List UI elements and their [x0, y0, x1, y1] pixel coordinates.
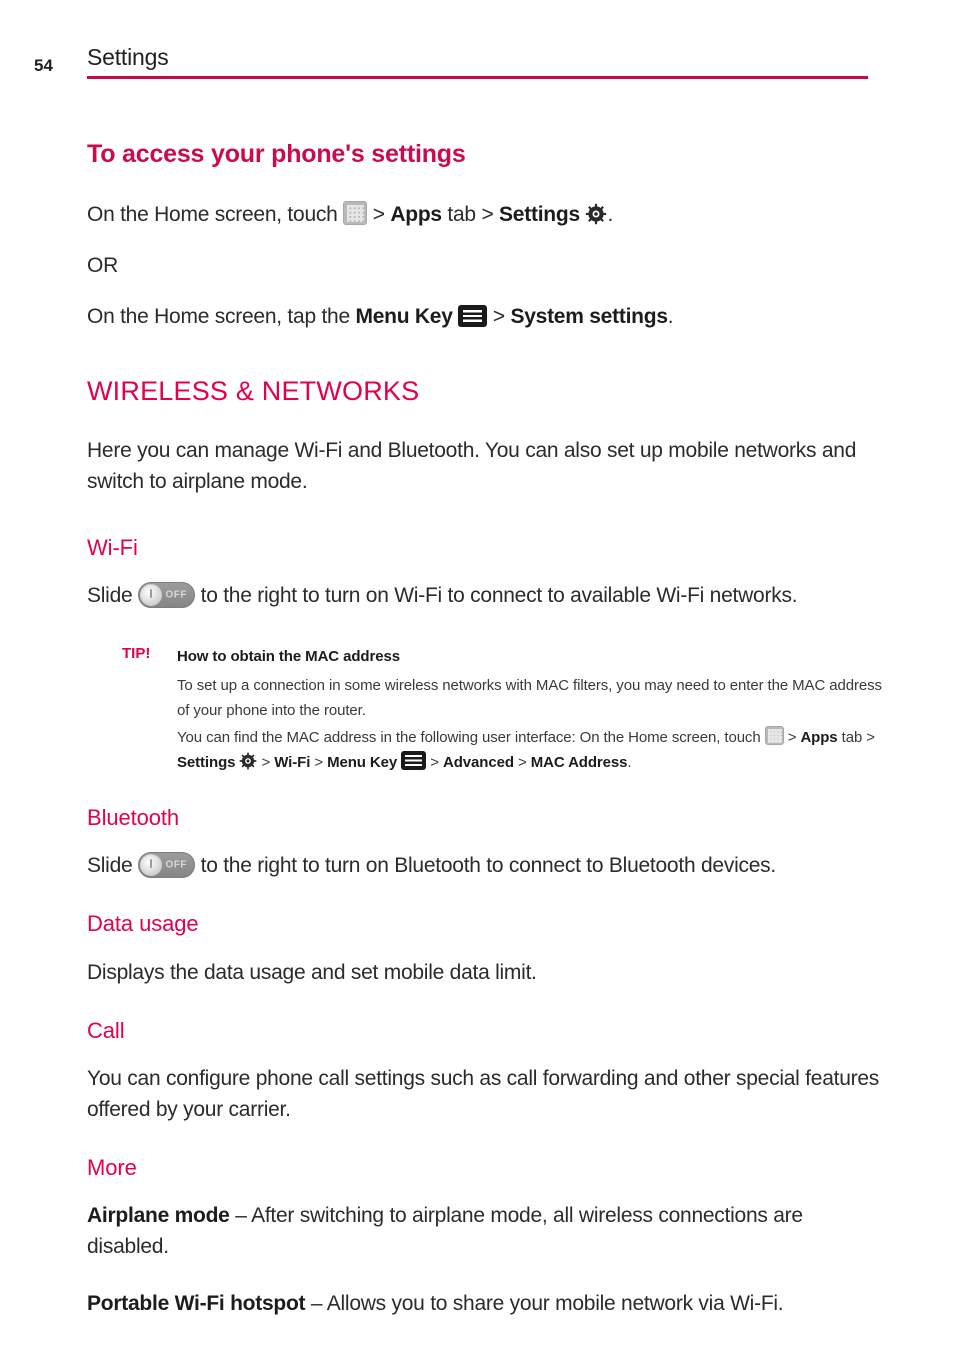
heading-data-usage: Data usage — [87, 911, 199, 937]
apps-grid-icon — [764, 726, 784, 746]
page-content: To access your phone's settings On the H… — [87, 140, 887, 1319]
tip-p2-mac-address: MAC Address — [530, 754, 628, 772]
tip-label: TIP! — [122, 645, 151, 663]
toggle-knob — [140, 854, 163, 877]
tip-callout: TIP! How to obtain the MAC address To se… — [87, 645, 887, 775]
wifi-text-a: Slide — [87, 584, 139, 608]
toggle-off-label: OFF — [165, 589, 188, 601]
access-line1-sep1: > — [367, 202, 391, 226]
access-line2-sep: > — [487, 304, 511, 328]
paragraph-data-usage: Displays the data usage and set mobile d… — [87, 960, 537, 984]
access-line2-period: . — [667, 304, 674, 328]
tip-p2-advanced: Advanced — [443, 754, 514, 772]
tip-header-row: TIP! How to obtain the MAC address — [122, 645, 887, 671]
tip-p2-sep2: > — [257, 754, 275, 772]
tip-p2-sep3: > — [310, 754, 328, 772]
bluetooth-text-a: Slide — [87, 854, 139, 878]
term-airplane-mode: Airplane mode — [87, 1204, 230, 1228]
tip-p2-menukey: Menu Key — [327, 754, 398, 772]
access-line2-menukey: Menu Key — [355, 304, 453, 328]
paragraph-wifi: Slide OFF to the right to turn on Wi-Fi … — [87, 580, 887, 611]
bluetooth-text-b: to the right to turn on Bluetooth to con… — [195, 854, 777, 878]
tip-p2-apps: Apps — [800, 729, 838, 747]
page-title: Settings — [87, 44, 169, 70]
heading-more: More — [87, 1154, 137, 1180]
heading-access-settings: To access your phone's settings — [87, 140, 466, 168]
toggle-switch-off-icon: OFF — [138, 582, 196, 609]
tip-p2-sep5: > — [513, 754, 531, 772]
access-line1-period: . — [607, 202, 614, 226]
tip-p2-sep4: > — [426, 754, 444, 772]
access-line2-system-settings: System settings — [510, 304, 668, 328]
access-line1-text-a: On the Home screen, touch — [87, 202, 344, 226]
tip-p2-text-c: tab > — [837, 729, 875, 747]
wifi-text-b: to the right to turn on Wi-Fi to connect… — [195, 584, 798, 608]
gear-icon — [585, 203, 607, 225]
paragraph-portable-hotspot: Portable Wi-Fi hotspot – Allows you to s… — [87, 1288, 887, 1319]
toggle-knob — [140, 584, 163, 607]
access-line1-settings: Settings — [499, 202, 580, 226]
apps-grid-icon — [343, 200, 368, 225]
access-line1-apps: Apps — [390, 202, 442, 226]
access-line1-text-c: tab > — [441, 202, 500, 226]
access-line2-text-a: On the Home screen, tap the — [87, 304, 356, 328]
desc-portable-hotspot: – Allows you to share your mobile networ… — [305, 1292, 784, 1316]
header-divider — [87, 76, 868, 79]
paragraph-access-line2: On the Home screen, tap the Menu Key > S… — [87, 301, 887, 332]
tip-p2-sep1: > — [783, 729, 801, 747]
heading-wireless-networks: WIRELESS & NETWORKS — [87, 375, 420, 406]
page-header: 54 Settings — [0, 44, 954, 90]
paragraph-or: OR — [87, 253, 118, 277]
heading-wifi: Wi-Fi — [87, 534, 138, 560]
paragraph-airplane-mode: Airplane mode – After switching to airpl… — [87, 1200, 887, 1262]
tip-p2-wifi: Wi-Fi — [274, 754, 311, 772]
page-number: 54 — [34, 56, 53, 75]
heading-bluetooth: Bluetooth — [87, 805, 180, 831]
tip-paragraph-2: You can find the MAC address in the foll… — [177, 725, 887, 775]
heading-call: Call — [87, 1017, 125, 1043]
gear-icon — [239, 752, 257, 770]
paragraph-access-line1: On the Home screen, touch > Apps tab > S… — [87, 199, 887, 230]
paragraph-call: You can configure phone call settings su… — [87, 1066, 880, 1121]
hamburger-menu-icon — [458, 304, 488, 327]
term-portable-hotspot: Portable Wi-Fi hotspot — [87, 1292, 306, 1316]
tip-paragraph-1: To set up a connection in some wireless … — [177, 677, 882, 720]
tip-title: How to obtain the MAC address — [177, 648, 400, 666]
toggle-switch-off-icon: OFF — [138, 852, 196, 879]
tip-p2-text-a: You can find the MAC address in the foll… — [177, 729, 765, 747]
paragraph-wireless-intro: Here you can manage Wi-Fi and Bluetooth.… — [87, 438, 857, 493]
paragraph-bluetooth: Slide OFF to the right to turn on Blueto… — [87, 850, 887, 881]
tip-p2-settings: Settings — [177, 754, 236, 772]
toggle-off-label: OFF — [165, 859, 188, 871]
tip-p2-period: . — [627, 754, 632, 772]
hamburger-menu-icon — [401, 751, 427, 771]
